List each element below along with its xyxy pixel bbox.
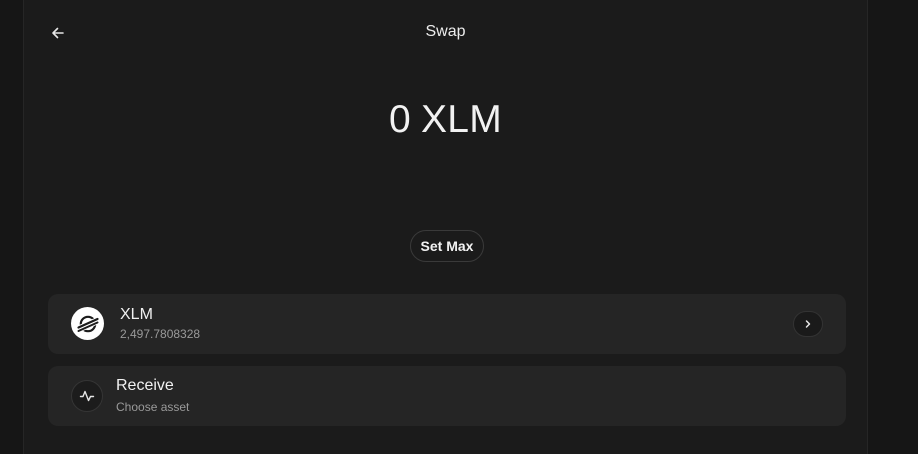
page-title: Swap <box>425 23 466 40</box>
app-root: Swap 0 XLM Set Max XLM 2,497.7808328 Rec… <box>0 0 918 454</box>
from-asset-card[interactable]: XLM 2,497.7808328 <box>48 294 846 354</box>
amount-unit: XLM <box>420 98 503 141</box>
set-max-button[interactable]: Set Max <box>410 230 484 262</box>
amount-display[interactable]: 0 XLM <box>24 98 867 142</box>
receive-asset-card[interactable]: Receive Choose asset <box>48 366 846 426</box>
stellar-logo-icon <box>71 307 104 340</box>
select-asset-button[interactable] <box>793 311 823 337</box>
receive-subtitle: Choose asset <box>116 400 190 414</box>
receive-title: Receive <box>116 377 174 394</box>
amount-value: 0 <box>388 98 411 141</box>
activity-pulse-icon <box>71 380 103 412</box>
chevron-right-icon <box>805 320 811 328</box>
swap-panel: Swap 0 XLM Set Max XLM 2,497.7808328 Rec… <box>23 0 868 454</box>
asset-balance: 2,497.7808328 <box>120 327 201 341</box>
asset-code: XLM <box>120 306 153 323</box>
